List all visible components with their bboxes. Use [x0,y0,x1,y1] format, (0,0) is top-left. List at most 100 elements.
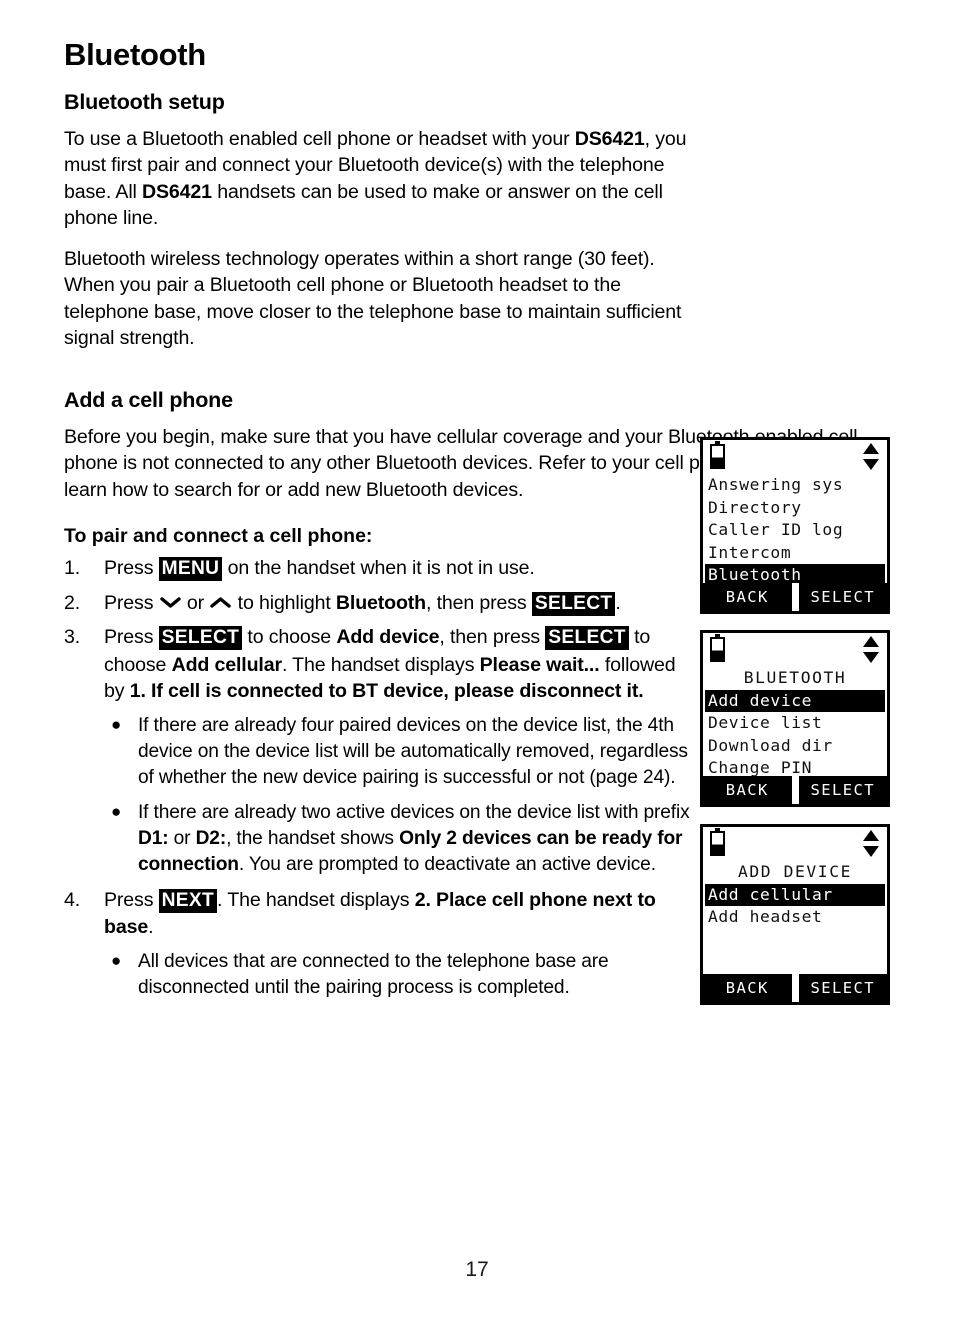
emphasis-d1: D1: [138,827,169,849]
bullet-text: All devices that are connected to the te… [138,950,609,998]
lcd-screen-title: ADD DEVICE [737,862,853,881]
softkey-back[interactable]: BACK [703,776,792,804]
lcd-menu-list: ADD DEVICE Add cellular Add headset [703,861,887,974]
manual-page: Bluetooth Bluetooth setup To use a Bluet… [0,0,954,1336]
bullet-item: ● If there are already two active devices… [104,800,696,878]
key-label-menu: MENU [158,557,223,582]
key-label-next: NEXT [158,888,218,913]
emphasis-disconnect-prompt: 1. If cell is connected to BT device, pl… [129,680,644,703]
lcd-status-bar [703,827,887,861]
bullet-text: If there are already four paired devices… [138,714,688,788]
step-number: 2. [64,591,81,614]
text-run: . You are prompted to deactivate an acti… [238,853,656,875]
emphasis-add-device: Add device [336,626,440,649]
text-run: If there are already two active devices … [138,801,690,823]
lcd-status-bar [703,633,887,667]
lcd-menu-item-device-list[interactable]: Device list [705,712,885,735]
softkey-select[interactable]: SELECT [799,974,888,1002]
battery-icon [710,634,725,662]
key-label-select: SELECT [158,626,243,651]
lcd-menu-item-directory[interactable]: Directory [705,497,885,520]
lcd-menu-item-answering-sys[interactable]: Answering sys [705,474,885,497]
section-heading-bluetooth-setup: Bluetooth setup [64,90,225,115]
text-run: or [181,591,210,614]
text-run: Press [104,557,159,580]
step-number: 4. [64,888,81,911]
text-run: , then press [439,626,546,649]
step-number: 1. [64,557,81,580]
section-heading-add-cell-phone: Add a cell phone [64,387,233,412]
text-run: Press [104,626,159,649]
lcd-menu-item-download-dir[interactable]: Download dir [705,735,885,758]
emphasis-bluetooth: Bluetooth [335,591,426,614]
paragraph-bluetooth-setup-1: To use a Bluetooth enabled cell phone or… [64,126,704,232]
page-number: 17 [465,1258,489,1281]
softkey-divider [791,974,799,1002]
lcd-softkey-bar: BACK SELECT [703,974,887,1002]
lcd-menu-item-bluetooth[interactable]: Bluetooth [705,564,885,583]
text-run: on the handset when it is not in use. [222,557,535,580]
lcd-softkey-bar: BACK SELECT [703,776,887,804]
lcd-screen-title: BLUETOOTH [743,668,847,687]
key-label-select: SELECT [545,626,629,651]
emphasis-d2: D2: [195,827,227,849]
lcd-screen-add-device: ADD DEVICE Add cellular Add headset BACK… [700,824,890,1005]
text-run: . The handset displays [217,888,415,911]
battery-icon [710,441,725,469]
up-down-arrows-icon [863,830,879,857]
up-down-arrows-icon [863,636,879,663]
lcd-menu-item-add-headset[interactable]: Add headset [705,906,885,929]
softkey-select[interactable]: SELECT [799,583,888,611]
model-name: DS6421 [142,180,212,203]
model-name: DS6421 [574,127,645,150]
text-run: Press [104,591,159,614]
text-run: Press [104,888,159,911]
key-label-select: SELECT [531,591,616,616]
text-run: . [148,916,154,939]
lcd-status-bar [703,440,887,474]
bullet-item: ● All devices that are connected to the t… [104,949,696,1001]
lcd-menu-item-caller-id-log[interactable]: Caller ID log [705,519,885,542]
chevron-down-icon [159,591,181,618]
softkey-back[interactable]: BACK [703,583,792,611]
step-item-4: 4. Press NEXT. The handset displays 2. Pl… [64,887,696,1001]
step-item-3: 3. Press SELECT to choose Add device, the… [64,624,696,878]
step-4-bullet-list: ● All devices that are connected to the t… [104,949,696,1001]
softkey-select[interactable]: SELECT [799,776,888,804]
bullet-dot-icon: ● [111,801,122,821]
lcd-menu-list: BLUETOOTH Add device Device list Downloa… [703,667,887,776]
emphasis-add-cellular: Add cellular [171,653,283,676]
text-run: , then press [426,591,532,614]
step-number: 3. [64,626,81,649]
lcd-menu-item-add-cellular[interactable]: Add cellular [705,883,885,906]
softkey-divider [791,583,799,611]
text-run: to choose [242,626,337,649]
text-run: to highlight [232,591,336,614]
up-down-arrows-icon [863,443,879,470]
step-item-1: 1. Press MENU on the handset when it is n… [64,555,696,583]
lcd-menu-item-empty [705,951,885,974]
chevron-up-icon [210,591,232,618]
battery-icon [710,828,725,856]
text-run: . The handset displays [281,653,480,676]
text-run: or [168,827,196,849]
chapter-title: Bluetooth [64,37,206,72]
softkey-divider [791,776,799,804]
lcd-menu-item-add-device[interactable]: Add device [705,689,885,712]
step-3-bullet-list: ● If there are already four paired device… [104,713,696,878]
lcd-screen-bluetooth-menu: BLUETOOTH Add device Device list Downloa… [700,630,890,807]
bullet-item: ● If there are already four paired device… [104,713,696,791]
text-run: To use a Bluetooth enabled cell phone or… [64,127,575,150]
softkey-back[interactable]: BACK [703,974,792,1002]
lcd-menu-list: Answering sys Directory Caller ID log In… [703,474,887,583]
lcd-softkey-bar: BACK SELECT [703,583,887,611]
lcd-screen-main-menu: Answering sys Directory Caller ID log In… [700,437,890,614]
emphasis-please-wait: Please wait... [479,653,600,676]
step-item-2: 2. Press or to highlight Bluetooth, then … [64,590,696,618]
bullet-dot-icon: ● [111,950,122,970]
paragraph-bluetooth-setup-2: Bluetooth wireless technology operates w… [64,247,682,350]
lcd-menu-item-empty [705,929,885,952]
lcd-menu-item-change-pin[interactable]: Change PIN [705,757,885,776]
text-run: , the handset shows [226,827,400,849]
lcd-menu-item-intercom[interactable]: Intercom [705,542,885,565]
